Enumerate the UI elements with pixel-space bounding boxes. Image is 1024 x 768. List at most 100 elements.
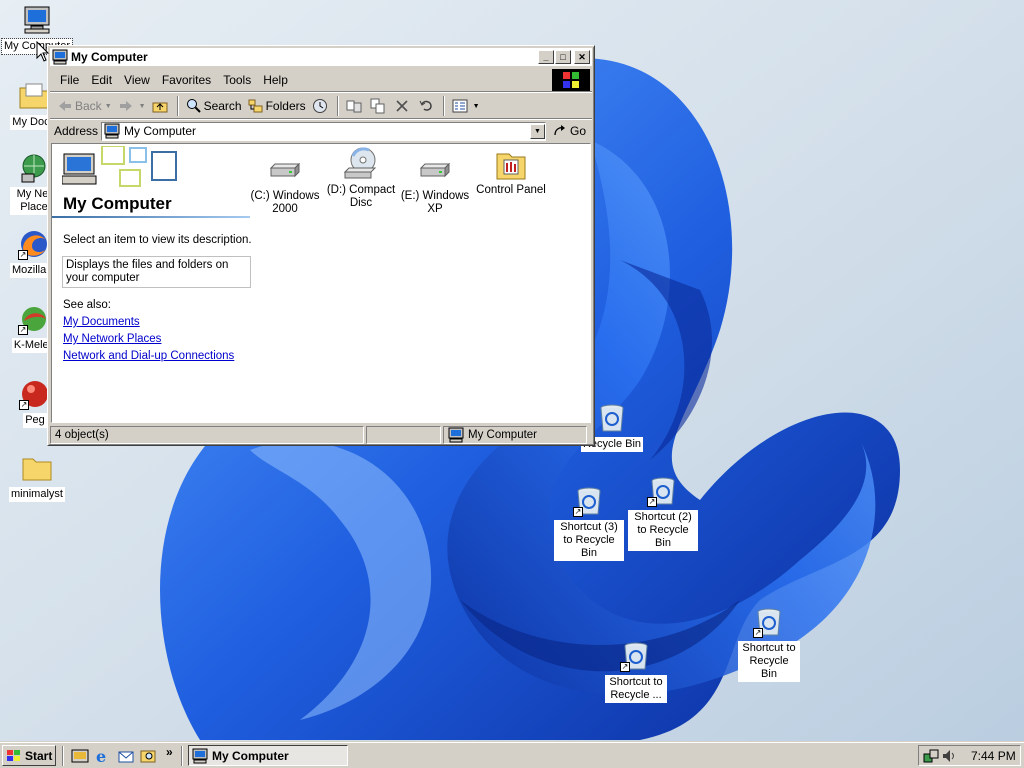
back-button[interactable]: Back ▼ [54, 95, 115, 117]
shortcut-arrow-icon: ↗ [573, 507, 583, 517]
forward-arrow-icon [119, 101, 132, 111]
menu-view[interactable]: View [118, 71, 156, 89]
windows-flag-icon [7, 749, 20, 761]
pane-select-hint: Select an item to view its description. [63, 234, 252, 246]
chevron-down-icon: ▼ [104, 102, 112, 110]
address-field[interactable]: My Computer ▼ [101, 121, 546, 141]
explorer-search-icon[interactable] [140, 747, 158, 765]
shortcut-arrow-icon: ↗ [753, 628, 763, 638]
drive-label: (D:) Compact Disc [326, 184, 396, 209]
link-network-dialup[interactable]: Network and Dial-up Connections [63, 350, 234, 362]
folders-label: Folders [265, 99, 306, 113]
control-panel-item[interactable]: Control Panel [472, 148, 550, 197]
go-arrow-icon [554, 125, 565, 136]
delete-button[interactable] [391, 95, 415, 117]
desktop-icon-label: Shortcut (3) to Recycle Bin [554, 520, 624, 561]
outlook-express-icon[interactable] [117, 747, 135, 765]
up-folder-button[interactable] [149, 95, 173, 117]
desktop-icon-shortcut-2[interactable]: ↗ Shortcut (2) to Recycle Bin [625, 475, 701, 551]
undo-button[interactable] [415, 95, 439, 117]
toolbar-separator [176, 96, 179, 116]
web-view-pane: My Computer Select an item to view its d… [52, 144, 252, 422]
taskbar-separator [181, 746, 183, 766]
go-button[interactable]: Go [546, 123, 592, 139]
search-button[interactable]: Search [183, 95, 245, 117]
menu-help[interactable]: Help [257, 71, 294, 89]
menu-file[interactable]: File [54, 71, 85, 89]
back-arrow-icon [59, 101, 71, 111]
status-empty-panel [366, 426, 441, 444]
clock[interactable]: 7:44 PM [971, 749, 1016, 763]
recycle-bin-icon: ↗ [647, 475, 679, 507]
drive-item-e[interactable]: (E:) Windows XP [396, 156, 474, 216]
folders-button[interactable]: Folders [245, 95, 309, 117]
up-folder-icon [152, 102, 168, 113]
copy-to-icon [370, 98, 385, 114]
quick-launch-more[interactable]: » [166, 745, 173, 759]
status-object-count: 4 object(s) [50, 426, 364, 444]
folders-icon [248, 99, 263, 113]
standard-toolbar: Back ▼ ▼ Search Folders ▼ [50, 94, 592, 119]
folder-documents-icon [18, 80, 50, 112]
desktop-icon-label: Shortcut (2) to Recycle Bin [628, 510, 698, 551]
mouse-pointer-icon [36, 41, 50, 62]
drive-label: (E:) Windows XP [400, 190, 470, 215]
forward-button[interactable]: ▼ [115, 95, 149, 117]
taskbar-button-my-computer[interactable]: My Computer [188, 745, 348, 766]
desktop-icon-shortcut-truncated[interactable]: ↗ Shortcut to Recycle ... [598, 640, 674, 703]
desktop-icon-shortcut-3[interactable]: ↗ Shortcut (3) to Recycle Bin [551, 485, 627, 561]
desktop-icon-shortcut-1[interactable]: ↗ Shortcut to Recycle Bin [731, 606, 807, 682]
drive-item-c[interactable]: (C:) Windows 2000 [246, 156, 324, 216]
computer-icon [52, 49, 68, 65]
minimize-button[interactable]: _ [538, 50, 554, 64]
taskbar-button-label: My Computer [212, 748, 289, 763]
address-value: My Computer [124, 124, 197, 138]
menu-tools[interactable]: Tools [217, 71, 257, 89]
recycle-bin-icon: ↗ [573, 485, 605, 517]
history-button[interactable] [309, 95, 333, 117]
move-to-button[interactable] [343, 95, 367, 117]
status-bar: 4 object(s) My Computer [50, 426, 592, 444]
windows-logo-icon [552, 69, 590, 91]
show-desktop-icon[interactable] [71, 747, 89, 765]
maximize-button[interactable]: □ [555, 50, 571, 64]
recycle-bin-icon: ↗ [753, 606, 785, 638]
shortcut-arrow-icon: ↗ [18, 325, 28, 335]
desktop-icon-label: minimalyst [9, 487, 65, 502]
desktop-icon-minimalyst[interactable]: minimalyst [0, 452, 75, 502]
network-tray-icon[interactable] [923, 748, 939, 764]
views-icon [452, 99, 468, 113]
drive-item-d[interactable]: (D:) Compact Disc [322, 146, 400, 210]
volume-tray-icon[interactable] [941, 748, 957, 764]
cd-drive-icon [343, 147, 377, 179]
toolbar-separator [442, 96, 445, 116]
history-icon [312, 99, 327, 113]
views-button[interactable]: ▼ [449, 95, 483, 117]
copy-to-button[interactable] [367, 95, 391, 117]
back-label: Back [75, 99, 102, 113]
search-icon [186, 99, 201, 113]
control-panel-icon [496, 153, 526, 180]
address-label: Address [54, 124, 99, 138]
menu-favorites[interactable]: Favorites [156, 71, 217, 89]
start-button[interactable]: Start [2, 745, 56, 766]
drive-label: (C:) Windows 2000 [250, 190, 320, 215]
desktop-icon-label: Shortcut to Recycle ... [605, 675, 667, 703]
internet-explorer-icon[interactable]: e [94, 747, 112, 765]
recycle-bin-icon: ↗ [620, 640, 652, 672]
folder-icon [21, 452, 53, 484]
close-button[interactable]: ✕ [574, 50, 590, 64]
desktop-icon-label: Shortcut to Recycle Bin [738, 641, 800, 682]
title-bar[interactable]: My Computer _ □ ✕ [50, 48, 592, 66]
menu-edit[interactable]: Edit [85, 71, 118, 89]
my-computer-window[interactable]: My Computer _ □ ✕ File Edit View Favorit… [47, 45, 595, 446]
toolbar-separator [336, 96, 339, 116]
link-my-documents[interactable]: My Documents [63, 316, 140, 328]
menu-bar: File Edit View Favorites Tools Help [50, 68, 592, 92]
link-my-network-places[interactable]: My Network Places [63, 333, 161, 345]
delete-x-icon [396, 100, 408, 112]
see-also-heading: See also: [63, 299, 111, 311]
address-dropdown-button[interactable]: ▼ [529, 123, 545, 139]
my-computer-banner-icon [62, 146, 177, 187]
computer-icon [192, 748, 208, 763]
